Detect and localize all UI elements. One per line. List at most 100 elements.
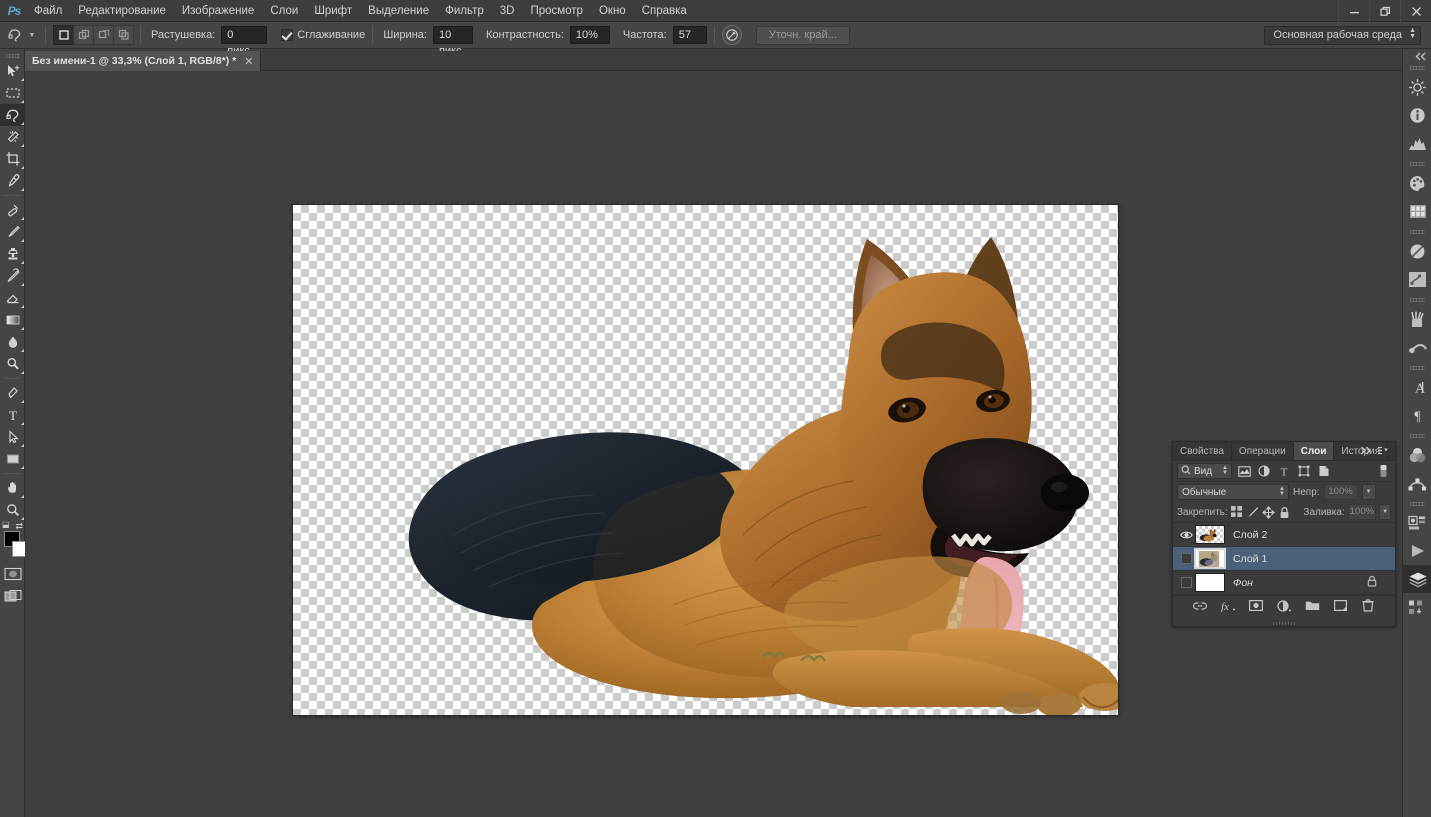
workspace-selector[interactable]: Основная рабочая среда [1264, 26, 1421, 45]
zoom-tool[interactable] [0, 499, 25, 521]
hand-tool[interactable] [0, 477, 25, 499]
lasso-tool[interactable] [0, 104, 25, 126]
channels-icon[interactable] [1403, 441, 1431, 469]
fill-input[interactable]: 100% [1348, 504, 1376, 520]
table-row[interactable]: Слой 2 [1173, 523, 1395, 547]
tab-properties[interactable]: Свойства [1173, 442, 1232, 460]
brush-settings-icon[interactable] [1403, 333, 1431, 361]
new-layer-button[interactable] [1332, 598, 1348, 614]
layer-visibility-toggle[interactable] [1177, 530, 1195, 540]
menu-item-окно[interactable]: Окно [591, 0, 634, 22]
3d-icon[interactable] [1403, 509, 1431, 537]
layer-thumbnail[interactable] [1195, 525, 1225, 544]
menu-item-выделение[interactable]: Выделение [360, 0, 437, 22]
dock-grip[interactable] [1403, 295, 1431, 305]
eraser-tool[interactable] [0, 287, 25, 309]
dock-grip[interactable] [1403, 227, 1431, 237]
brush-presets-icon[interactable] [1403, 305, 1431, 333]
opacity-input[interactable]: 100% [1324, 484, 1358, 500]
menu-item-файл[interactable]: Файл [26, 0, 70, 22]
magic-wand-tool[interactable] [0, 126, 25, 148]
blend-mode-select[interactable]: Обычные ▲▼ [1177, 484, 1289, 500]
blur-tool[interactable] [0, 331, 25, 353]
info-icon[interactable] [1403, 101, 1431, 129]
dock-grip[interactable] [1403, 63, 1431, 73]
rectangle-tool[interactable] [0, 448, 25, 470]
dock-grip[interactable] [1403, 363, 1431, 373]
history-brush-tool[interactable] [0, 265, 25, 287]
contrast-input[interactable]: 10% [570, 26, 610, 44]
menu-item-фильтр[interactable]: Фильтр [437, 0, 492, 22]
width-input[interactable]: 10 пикс [433, 26, 473, 44]
panel-menu-icon[interactable] [1377, 446, 1390, 458]
lock-transparency-icon[interactable] [1231, 505, 1243, 520]
panel-resize-grip[interactable] [1173, 621, 1395, 626]
filter-kind-select[interactable]: Вид ▲▼ [1177, 463, 1232, 479]
shape-filter-icon[interactable] [1296, 463, 1312, 479]
menu-item-просмотр[interactable]: Просмотр [522, 0, 591, 22]
dock-grip[interactable] [1403, 431, 1431, 441]
menu-item-шрифт[interactable]: Шрифт [306, 0, 360, 22]
gradient-tool[interactable] [0, 309, 25, 331]
quick-mask-icon[interactable] [0, 563, 25, 585]
magnetic-lasso-icon[interactable] [4, 25, 26, 46]
eyedropper-tool[interactable] [0, 170, 25, 192]
table-row[interactable]: Слой 1 [1173, 547, 1395, 571]
actions-icon[interactable] [1403, 265, 1431, 293]
fill-dropdown-icon[interactable]: ▼ [1379, 504, 1391, 520]
dock-grip[interactable] [1403, 499, 1431, 509]
layers-icon[interactable] [1403, 565, 1431, 593]
path-selection-tool[interactable] [0, 426, 25, 448]
pen-tool[interactable] [0, 382, 25, 404]
delete-layer-button[interactable] [1360, 598, 1376, 614]
restore-button[interactable] [1369, 0, 1400, 22]
clone-stamp-tool[interactable] [0, 243, 25, 265]
menu-item-редактирование[interactable]: Редактирование [70, 0, 174, 22]
layer-style-button[interactable]: fx [1220, 598, 1236, 614]
menu-item-справка[interactable]: Справка [634, 0, 695, 22]
frequency-input[interactable]: 57 [673, 26, 707, 44]
tool-preset-caret-icon[interactable]: ▼ [26, 32, 38, 39]
lock-all-icon[interactable] [1278, 505, 1290, 520]
smart-object-filter-icon[interactable] [1316, 463, 1332, 479]
layer-visibility-toggle[interactable] [1177, 553, 1195, 564]
intersect-selection-button[interactable] [113, 25, 134, 45]
histogram-icon[interactable] [1403, 129, 1431, 157]
adjustments-icon[interactable] [1403, 73, 1431, 101]
layer-thumbnail[interactable] [1195, 573, 1225, 592]
document-tab[interactable]: Без имени-1 @ 33,3% (Слой 1, RGB/8*) * ✕ [25, 51, 261, 71]
antialias-checkbox[interactable]: Сглаживание [281, 29, 365, 41]
new-group-button[interactable] [1304, 598, 1320, 614]
move-tool[interactable] [0, 60, 25, 82]
lock-position-icon[interactable] [1262, 505, 1275, 520]
character-icon[interactable]: A [1403, 373, 1431, 401]
dodge-tool[interactable] [0, 353, 25, 375]
layer-thumbnail[interactable] [1195, 549, 1225, 568]
toolbar-grip[interactable] [0, 51, 24, 60]
pixel-filter-icon[interactable] [1236, 463, 1252, 479]
link-layers-button[interactable] [1192, 598, 1208, 614]
color-icon[interactable] [1403, 169, 1431, 197]
filter-toggle-icon[interactable] [1375, 463, 1391, 479]
table-row[interactable]: Фон [1173, 571, 1395, 595]
screen-mode-icon[interactable] [0, 585, 25, 607]
menu-item-изображение[interactable]: Изображение [174, 0, 262, 22]
collapse-panel-icon[interactable] [1403, 49, 1431, 63]
document-canvas[interactable] [293, 205, 1118, 715]
subtract-from-selection-button[interactable] [93, 25, 114, 45]
brush-tool[interactable] [0, 221, 25, 243]
default-colors-icon[interactable]: ⬓ [2, 520, 10, 529]
refine-edge-button[interactable]: Уточн. край... [756, 26, 850, 45]
dock-grip[interactable] [1403, 159, 1431, 169]
healing-brush-tool[interactable] [0, 199, 25, 221]
close-icon[interactable]: ✕ [244, 55, 253, 68]
tab-actions[interactable]: Операции [1232, 442, 1294, 460]
layer-mask-button[interactable] [1248, 598, 1264, 614]
crop-tool[interactable] [0, 148, 25, 170]
swatches-icon[interactable] [1403, 197, 1431, 225]
adjustment-filter-icon[interactable] [1256, 463, 1272, 479]
type-tool[interactable]: T [0, 404, 25, 426]
rectangular-marquee-tool[interactable] [0, 82, 25, 104]
feather-input[interactable]: 0 пикс. [221, 26, 267, 44]
opacity-dropdown-icon[interactable]: ▼ [1362, 484, 1376, 500]
